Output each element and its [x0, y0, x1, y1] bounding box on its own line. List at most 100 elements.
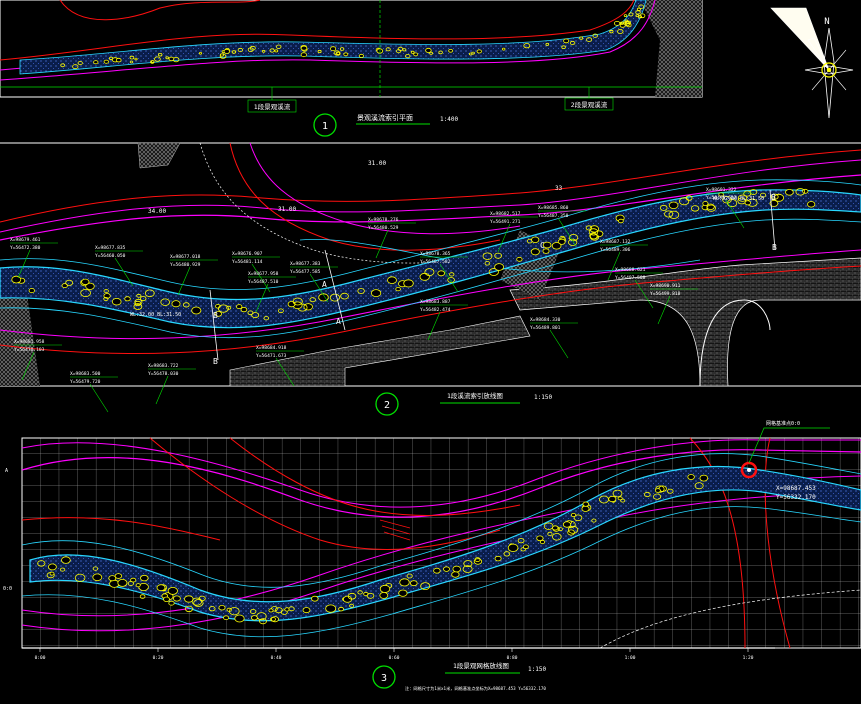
- rock: [563, 38, 570, 44]
- grid-bottom-ticks: 0:00 0:20 0:40 0:60 0:80 1:00 1:20: [35, 648, 754, 661]
- rock: [198, 51, 203, 55]
- grid-tick-label: 0:80: [507, 655, 518, 661]
- rock: [284, 607, 290, 612]
- rock: [699, 474, 709, 482]
- rock: [48, 563, 57, 571]
- rock: [325, 604, 337, 613]
- callout-x: X=98685.860: [538, 205, 569, 211]
- callout-x: X=98682.517: [490, 211, 521, 217]
- callout-y: Y=56480.929: [170, 262, 201, 268]
- callout-x: X=98684.330: [530, 317, 561, 323]
- rock: [117, 579, 128, 587]
- rock: [134, 57, 138, 61]
- rock: [582, 501, 590, 507]
- rock: [135, 583, 141, 588]
- grid-reference-center: [747, 468, 751, 472]
- callout-x: X=98679.461: [10, 237, 41, 243]
- rock: [167, 587, 178, 595]
- callout-x: X=98683.500: [70, 371, 101, 377]
- panel-3-title: 1段景观网格放线图: [453, 661, 509, 670]
- rock: [268, 608, 274, 613]
- rock: [250, 615, 258, 621]
- rock: [156, 584, 166, 592]
- panel-1-label-left: 1段景观溪流: [254, 102, 291, 111]
- rock: [300, 45, 308, 51]
- rock: [11, 275, 22, 284]
- rock: [302, 607, 311, 614]
- callout-x: X=98687.132: [600, 239, 631, 245]
- rock: [387, 276, 397, 285]
- rock: [636, 7, 641, 11]
- section-marker-a: A: [322, 280, 327, 289]
- rock: [395, 286, 401, 292]
- rock: [608, 495, 617, 503]
- callout-x: X=98678.276: [368, 217, 399, 223]
- rock: [61, 556, 71, 564]
- rock: [379, 592, 389, 599]
- panel-2-title: 1段溪流索引放线图: [447, 391, 503, 400]
- rock: [476, 49, 482, 54]
- panel-3-title-block: 3 1段景观网格放线图 1:150 注：网格尺寸为1米x1米，网格基准点坐标为X…: [372, 661, 546, 692]
- rock: [223, 615, 230, 620]
- compass-needle: [823, 27, 835, 119]
- callout-y: Y=56481.114: [232, 259, 263, 265]
- grid-reference-x: X=98687.453: [776, 485, 816, 492]
- callout-y: Y=56477.585: [290, 269, 321, 275]
- rock: [613, 20, 621, 26]
- rock: [93, 60, 99, 65]
- rock: [523, 544, 529, 550]
- section-marker-b: B: [213, 311, 218, 320]
- rock: [92, 573, 103, 582]
- rock: [370, 289, 382, 298]
- rock: [81, 278, 90, 286]
- rock: [124, 296, 131, 302]
- compass-north-label: N: [824, 17, 829, 27]
- callout-y: Y=56472.380: [10, 245, 41, 251]
- rock: [785, 189, 794, 196]
- panel-2-title-block: 2 1段溪流索引放线图 1:150: [375, 391, 552, 416]
- rock: [150, 60, 155, 63]
- rock: [437, 270, 446, 277]
- rock: [218, 605, 226, 611]
- rock: [343, 52, 349, 57]
- rock: [223, 48, 230, 54]
- callout-y: Y=56470.103: [14, 347, 45, 353]
- grid-tick-label: 0:20: [153, 655, 164, 661]
- rock: [802, 188, 809, 194]
- rock: [570, 513, 577, 518]
- rock: [191, 306, 202, 315]
- rock: [398, 589, 408, 597]
- elevation-label: 34.00: [148, 208, 166, 215]
- rock: [419, 272, 430, 281]
- rock: [234, 614, 245, 623]
- section-marker-b2: B: [771, 193, 776, 202]
- callout-x: X=98681.958: [14, 339, 45, 345]
- rock: [413, 52, 419, 57]
- rock: [668, 201, 679, 209]
- rock: [551, 242, 562, 250]
- rock: [502, 47, 506, 51]
- cad-drawing-sheet: 1段景观溪流 2段景观溪流 1 景观溪流索引平面 1:400 N A A B B…: [0, 0, 861, 700]
- rock: [433, 567, 441, 574]
- panel-2-staking-plan: A A B B C B B 31.00 34.00 33 31.00 WL:32…: [0, 142, 861, 413]
- callout-x: X=98676.907: [232, 251, 263, 257]
- rock: [531, 236, 540, 243]
- rock: [168, 56, 175, 62]
- rock: [172, 595, 181, 602]
- callout-y: Y=56489.801: [530, 325, 561, 331]
- grid-tick-label: 1:00: [625, 655, 636, 661]
- rock: [581, 505, 590, 512]
- rock: [103, 59, 109, 64]
- panel-3-scale: 1:150: [528, 666, 546, 673]
- compass-wedge: [770, 7, 830, 71]
- water-level-label: WL:32.00 BL:31.50: [130, 312, 181, 318]
- callout-y: Y=56471.673: [256, 353, 287, 359]
- rock: [330, 46, 337, 52]
- coordinate-callout: X=98683.500 Y=56479.720: [70, 371, 118, 413]
- callout-y: Y=56491.271: [490, 219, 521, 225]
- rock: [452, 565, 461, 573]
- rock: [49, 571, 55, 576]
- rock: [425, 47, 432, 53]
- rock: [539, 539, 546, 545]
- panel-1-title-block: 1 景观溪流索引平面 1:400: [313, 113, 458, 137]
